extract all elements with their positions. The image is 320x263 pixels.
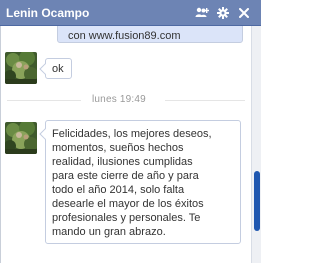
chat-conversation[interactable]: con www.fusion89.com ok lunes 19:49 Feli… <box>0 26 251 263</box>
message-text: ok <box>52 63 64 75</box>
gear-icon[interactable] <box>215 3 231 23</box>
message-line: momentos, sueños hechos <box>52 142 184 154</box>
message-line: mando un gran abrazo. <box>52 226 166 238</box>
add-friend-icon[interactable] <box>194 3 210 23</box>
message-line: desearle el mayor de los éxitos <box>52 198 204 210</box>
avatar[interactable] <box>5 52 37 84</box>
received-message-bubble: Felicidades, los mejores deseos, momento… <box>45 120 241 244</box>
message-line: Felicidades, los mejores deseos, <box>52 128 212 140</box>
chat-titlebar[interactable]: Lenin Ocampo <box>0 0 261 26</box>
scrollbar[interactable] <box>251 26 261 263</box>
message-text: con www.fusion89.com <box>68 30 181 42</box>
divider <box>165 100 245 101</box>
avatar[interactable] <box>5 122 37 154</box>
chat-title[interactable]: Lenin Ocampo <box>6 6 89 20</box>
message-text: Felicidades, los mejores deseos, momento… <box>52 127 240 239</box>
own-message-bubble: con www.fusion89.com <box>57 26 243 43</box>
divider <box>7 100 81 101</box>
message-line: profesionales y personales. Te <box>52 212 201 224</box>
message-line: todo el año 2014, solo falta <box>52 184 185 196</box>
close-icon[interactable] <box>236 3 252 23</box>
scrollbar-thumb[interactable] <box>254 171 260 231</box>
timestamp: lunes 19:49 <box>92 94 146 105</box>
message-line: para este cierre de año y para <box>52 170 199 182</box>
message-line: realidad, ilusiones cumplidas <box>52 156 193 168</box>
